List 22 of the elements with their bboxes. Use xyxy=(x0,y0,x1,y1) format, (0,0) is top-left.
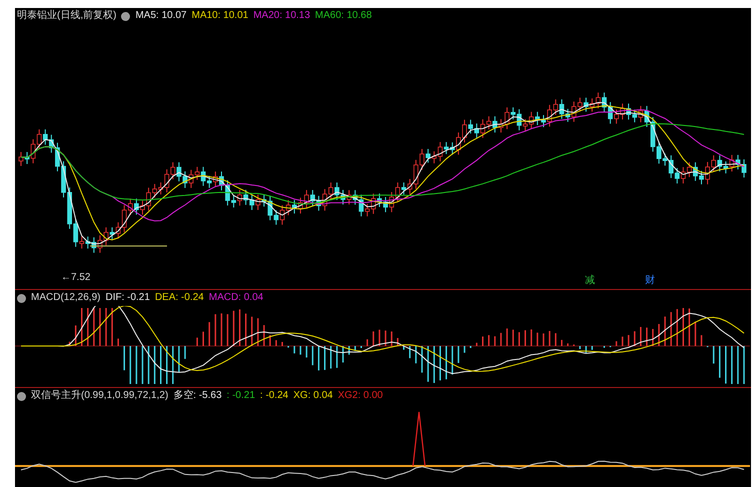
indicator-value: : -0.24 xyxy=(260,391,288,401)
moving-average-value: MA60: 10.68 xyxy=(315,11,372,21)
indicator-value: DEA: -0.24 xyxy=(154,293,204,303)
indicator-value: XG2: 0.00 xyxy=(338,391,383,401)
signal-spike xyxy=(412,411,426,466)
indicator-value: MACD: 0.04 xyxy=(208,293,264,303)
toggle-icon[interactable] xyxy=(121,12,130,20)
indicator-value: 多空: -5.63 xyxy=(173,391,222,401)
moving-average-value: MA10: 10.01 xyxy=(192,11,248,21)
toggle-icon[interactable] xyxy=(17,294,26,302)
moving-average-value: MA5: 10.07 xyxy=(135,11,187,21)
moving-average-value: MA20: 10.13 xyxy=(253,11,310,21)
event-marker[interactable]: 财 xyxy=(645,276,655,286)
toggle-icon[interactable] xyxy=(17,392,26,400)
panel-title: MACD(12,26,9) xyxy=(31,293,100,303)
indicator-value: XG: 0.04 xyxy=(293,391,333,401)
low-price-label: ←7.52 xyxy=(61,271,90,285)
panel-title: 双信号主升(0.99,1,0.99,72,1,2) xyxy=(31,391,168,401)
indicator-value: : -0.21 xyxy=(226,391,256,401)
stock-title: 明泰铝业(日线,前复权) xyxy=(17,11,116,21)
indicator-value: DIF: -0.21 xyxy=(105,293,150,303)
event-marker[interactable]: 减 xyxy=(585,276,595,286)
